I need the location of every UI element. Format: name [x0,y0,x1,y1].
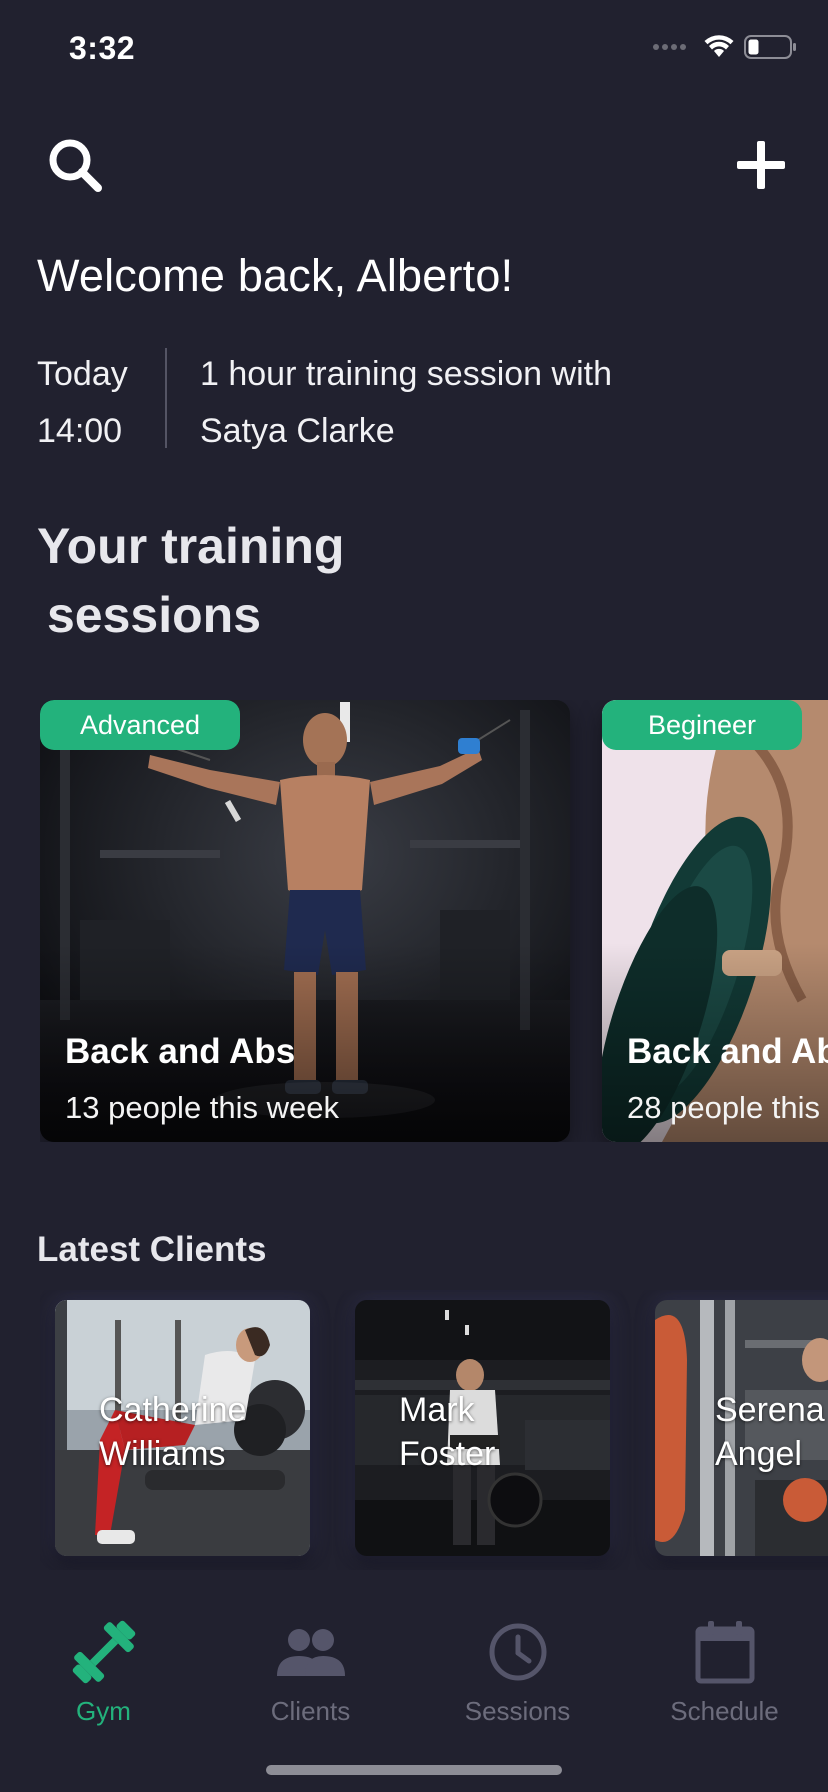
tab-gym[interactable]: Gym [0,1612,207,1732]
search-icon [49,139,102,192]
client-last-name: Angel [715,1435,802,1473]
today-day: Today [37,355,128,393]
home-indicator [266,1765,562,1775]
status-icons [653,34,798,60]
add-button[interactable] [726,130,796,200]
tab-label: Clients [270,1696,351,1726]
tab-label: Sessions [464,1696,571,1726]
tab-sessions[interactable]: Sessions [414,1612,621,1732]
wifi-icon [704,35,734,57]
tab-bar: Gym Clients Sessions Schedule [0,1590,828,1792]
search-button[interactable] [40,130,110,200]
tab-label: Schedule [670,1696,779,1726]
today-description-line1: 1 hour training session with [200,355,613,393]
session-card[interactable]: Advanced Back and Abs 13 people this wee… [40,700,570,1142]
client-last-name: Foster [399,1435,496,1473]
today-time: 14:00 [37,412,123,450]
people-icon [207,1612,414,1692]
client-card[interactable]: Serena Angel [655,1300,828,1556]
client-first-name: Catherine [99,1391,247,1429]
today-divider [165,348,167,448]
today-description-line2: Satya Clarke [200,412,395,450]
level-badge: Begineer [602,700,802,750]
dumbbell-icon [0,1612,207,1692]
client-last-name: Williams [99,1435,226,1473]
session-photo-gym-man [40,700,570,1142]
session-title: Back and Abs [627,1032,828,1071]
session-title: Back and Abs [65,1032,296,1071]
session-subtitle: 28 people this week [627,1090,828,1125]
battery-icon [744,35,796,59]
client-name: Mark Foster [399,1388,495,1476]
client-first-name: Mark [399,1391,475,1429]
training-sessions-title-line2: sessions [47,587,262,643]
cellular-signal-icon [653,44,686,50]
latest-clients-title: Latest Clients [37,1230,267,1269]
clock-icon [414,1612,621,1692]
level-badge: Advanced [40,700,240,750]
session-subtitle: 13 people this week [65,1090,340,1125]
status-bar: 3:32 [0,0,828,100]
tab-schedule[interactable]: Schedule [621,1612,828,1732]
session-photo-dumbbell [602,700,828,1142]
plus-icon [737,141,785,189]
client-name: Serena Angel [715,1388,825,1476]
today-when: Today 14:00 [37,346,167,460]
status-time: 3:32 [69,30,136,66]
sessions-carousel[interactable]: Advanced Back and Abs 13 people this wee… [40,700,828,1142]
client-card[interactable]: Catherine Williams [55,1300,310,1556]
calendar-icon [621,1612,828,1692]
welcome-heading: Welcome back, Alberto! [37,250,514,301]
clients-carousel[interactable]: Catherine Williams Mark Foster Serena An… [40,1290,828,1570]
today-session[interactable]: Today 14:00 1 hour training session with… [37,346,817,452]
tab-clients[interactable]: Clients [207,1612,414,1732]
client-first-name: Serena [715,1391,825,1429]
client-card[interactable]: Mark Foster [355,1300,610,1556]
client-name: Catherine Williams [99,1388,246,1476]
training-sessions-title-line1: Your training [37,518,345,574]
session-card[interactable]: Begineer Back and Abs 28 people this wee… [602,700,828,1142]
today-description: 1 hour training session with Satya Clark… [200,346,760,460]
top-actions [0,130,828,200]
training-sessions-title: Your training sessions [37,512,344,650]
tab-label: Gym [76,1696,131,1726]
